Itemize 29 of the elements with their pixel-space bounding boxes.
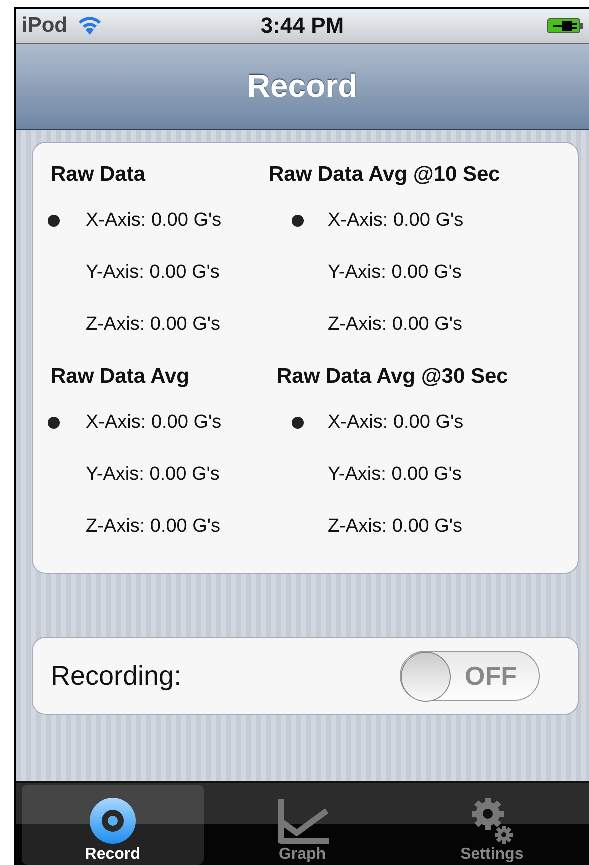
section-title: Raw Data (51, 162, 147, 188)
navigation-title: Record (247, 68, 358, 105)
tab[interactable]: Settings (401, 785, 584, 865)
section-title: Raw Data Avg @30 Sec (277, 364, 510, 390)
axis-reading: Z-Axis: 0.00 G's (86, 314, 221, 336)
gears-icon (470, 797, 514, 845)
tab[interactable]: Record (22, 785, 204, 865)
axis-reading: X-Axis: 0.00 G's (86, 210, 222, 232)
axis-reading: Z-Axis: 0.00 G's (86, 516, 221, 538)
axis-reading: Z-Axis: 0.00 G's (328, 516, 463, 538)
section-title: Raw Data Avg (51, 364, 190, 390)
axis-reading: X-Axis: 0.00 G's (86, 412, 222, 434)
axis-reading: Z-Axis: 0.00 G's (328, 314, 463, 336)
axis-reading: Y-Axis: 0.00 G's (328, 464, 462, 486)
axis-reading: Y-Axis: 0.00 G's (86, 464, 220, 486)
disc-icon (88, 797, 137, 845)
recording-switch[interactable]: OFF (400, 651, 540, 701)
tab[interactable]: Graph (212, 785, 394, 865)
axis-reading: X-Axis: 0.00 G's (328, 210, 464, 232)
recording-label: Recording: (51, 660, 182, 692)
wifi-icon (78, 16, 102, 36)
section-title: Raw Data Avg @10 Sec (269, 162, 502, 188)
carrier-label: iPod (22, 14, 68, 38)
axis-reading: X-Axis: 0.00 G's (328, 412, 464, 434)
line-chart-icon (276, 797, 328, 845)
status-time: 3:44 PM (260, 13, 344, 39)
battery-icon (547, 17, 583, 35)
axis-reading: Y-Axis: 0.00 G's (86, 262, 220, 284)
axis-reading: Y-Axis: 0.00 G's (328, 262, 462, 284)
